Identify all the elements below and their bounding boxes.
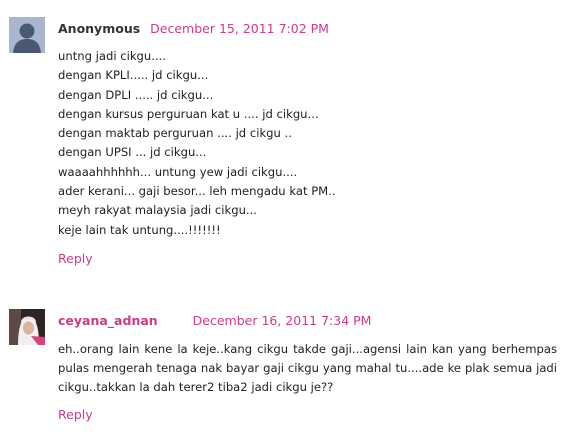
comment-body-line: waaaahhhhhh... untung yew jadi cikgu....	[58, 164, 298, 179]
comment-body-line: untng jadi cikgu....	[58, 49, 166, 63]
comment-header: Anonymous December 15, 2011 7:02 PM	[58, 21, 329, 37]
comment-header: ceyana_adnan December 16, 2011 7:34 PM	[58, 313, 371, 329]
comment-body: untng jadi cikgu.... dengan KPLI..... jd…	[58, 47, 518, 240]
comment-body: eh..orang lain kene la keje..kang cikgu …	[58, 342, 557, 395]
comment-body-line: dengan UPSI ... jd cikgu...	[58, 145, 207, 160]
comment-body-line: dengan kursus perguruan kat u .... jd ci…	[58, 106, 319, 121]
comment-body-line: dengan KPLI..... jd cikgu...	[58, 68, 209, 83]
comment-body-line: ader kerani... gaji besor... leh mengadu…	[58, 184, 336, 199]
comment-author: Anonymous	[58, 21, 141, 36]
comment-body-line: dengan maktab perguruan .... jd cikgu ..	[58, 126, 292, 141]
reply-link[interactable]: Reply	[58, 251, 93, 266]
comment-author-link[interactable]: ceyana_adnan	[58, 313, 158, 328]
comment-body-line: keje lain tak untung....!!!!!!!	[58, 222, 221, 237]
comment-timestamp-link[interactable]: December 15, 2011 7:02 PM	[150, 21, 329, 36]
reply-link[interactable]: Reply	[58, 407, 93, 422]
user-photo-avatar[interactable]	[9, 309, 45, 345]
comment-body-line: meyh rakyat malaysia jadi cikgu...	[58, 203, 257, 218]
default-avatar-silhouette-icon[interactable]	[9, 17, 45, 53]
comment-body-line: dengan DPLI ..... jd cikgu...	[58, 87, 214, 102]
comment-timestamp-link[interactable]: December 16, 2011 7:34 PM	[193, 313, 372, 328]
